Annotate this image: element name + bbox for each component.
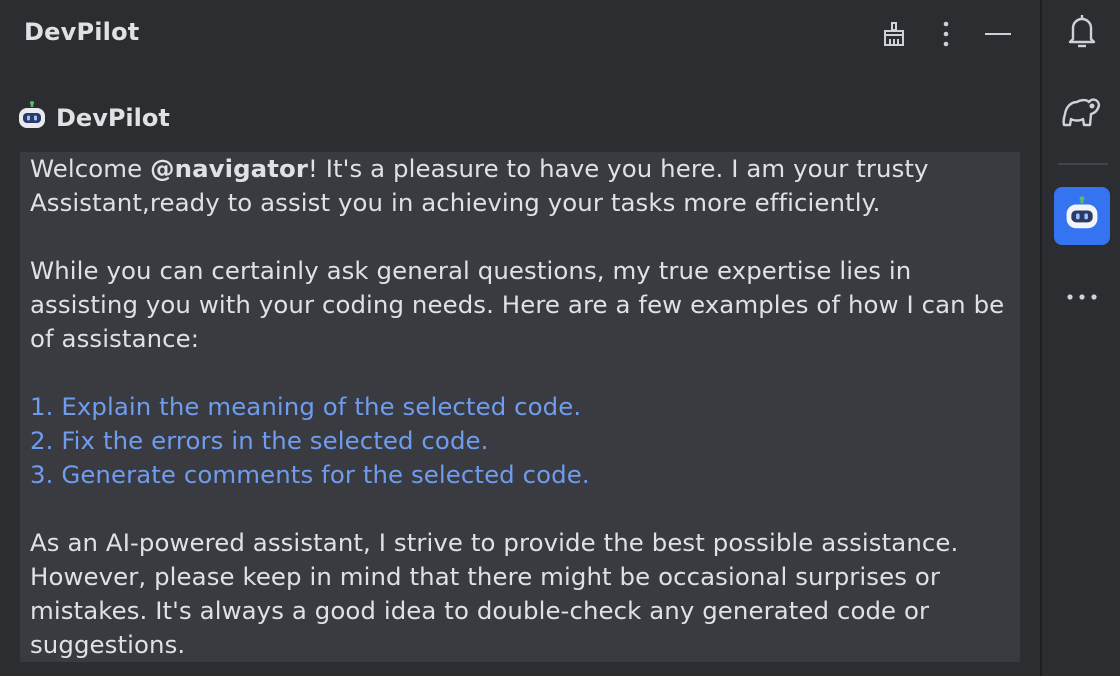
message-author: DevPilot <box>16 100 170 136</box>
clear-chat-button[interactable] <box>876 16 912 52</box>
devpilot-toolwindow-button[interactable] <box>1054 187 1110 245</box>
intro-text: While you can certainly ask general ques… <box>30 256 1005 353</box>
example-explain-code-link[interactable]: 1. Explain the meaning of the selected c… <box>30 390 1010 424</box>
examples-list: 1. Explain the meaning of the selected c… <box>30 390 1010 492</box>
strip-divider <box>1058 163 1108 165</box>
assistant-message: Welcome @navigator! It's a pleasure to h… <box>20 152 1020 662</box>
minimize-button[interactable] <box>980 16 1016 52</box>
tool-window-header: DevPilot <box>0 0 1040 68</box>
robot-icon <box>1063 195 1101 237</box>
options-button[interactable] <box>928 16 964 52</box>
right-tool-strip <box>1040 0 1120 676</box>
more-horizontal-icon <box>1064 286 1100 305</box>
robot-icon <box>16 100 48 136</box>
notifications-button[interactable] <box>1054 4 1110 62</box>
gradle-elephant-icon <box>1061 95 1103 135</box>
broom-icon <box>880 20 908 48</box>
gradle-button[interactable] <box>1054 86 1110 144</box>
bell-icon <box>1064 11 1100 55</box>
message-author-name: DevPilot <box>56 104 170 132</box>
user-mention: @navigator <box>150 154 308 183</box>
devpilot-tool-window: DevPilot DevPilot Welcome @navigator! It… <box>0 0 1040 676</box>
devpilot-app: DevPilot DevPilot Welcome @navigator! It… <box>0 0 1120 676</box>
tool-window-title: DevPilot <box>24 18 140 46</box>
more-tool-windows-button[interactable] <box>1054 266 1110 324</box>
greeting-before: Welcome <box>30 154 151 183</box>
example-fix-errors-link[interactable]: 2. Fix the errors in the selected code. <box>30 424 1010 458</box>
example-generate-comments-link[interactable]: 3. Generate comments for the selected co… <box>30 458 1010 492</box>
more-vertical-icon <box>942 20 950 48</box>
disclaimer-text: As an AI-powered assistant, I strive to … <box>30 528 959 659</box>
welcome-text: Welcome @navigator! It's a pleasure to h… <box>30 152 1010 220</box>
minimize-icon <box>984 32 1012 36</box>
